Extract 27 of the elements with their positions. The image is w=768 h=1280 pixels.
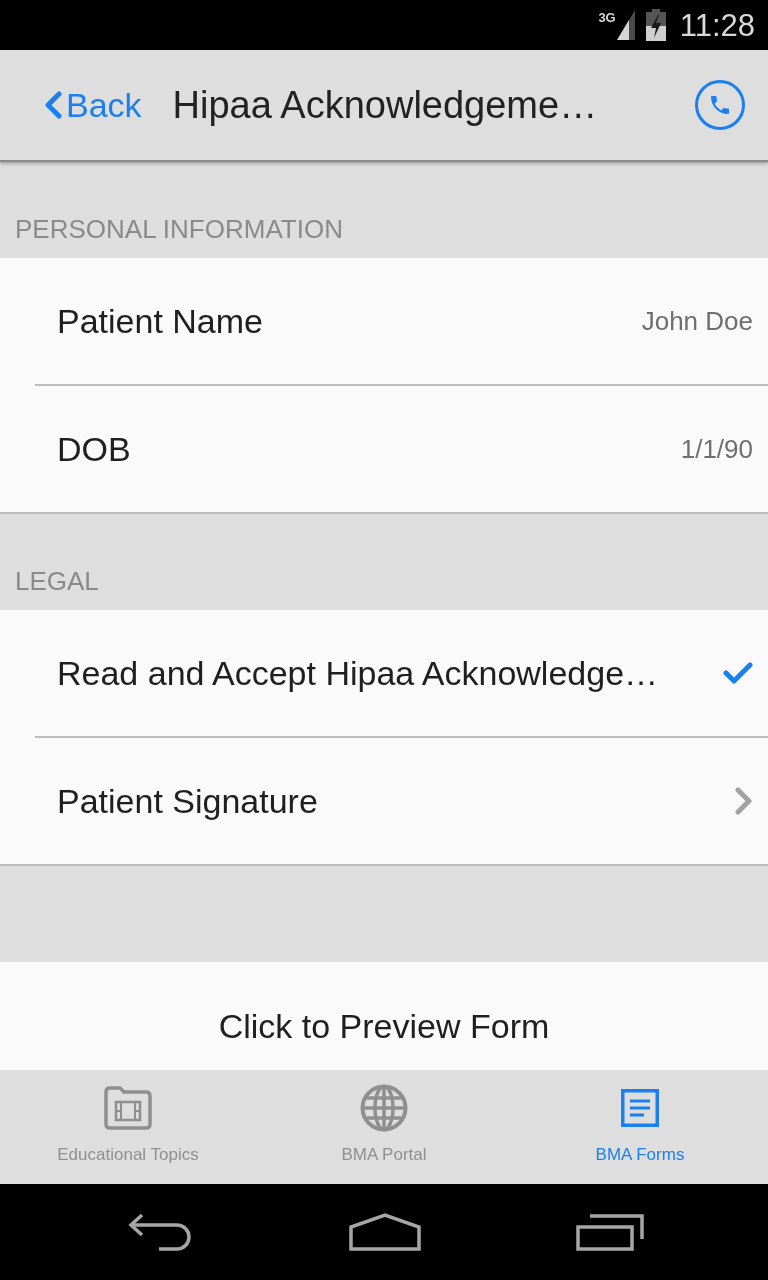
section-title: PERSONAL INFORMATION	[15, 216, 343, 242]
clock-time: 11:28	[679, 9, 755, 41]
network-type: 3G	[598, 11, 616, 24]
signal-icon	[616, 10, 635, 40]
battery-charging-icon	[645, 9, 666, 41]
field-value: 1/1/90	[680, 432, 753, 466]
list-row[interactable]: Patient Signature	[0, 738, 768, 866]
field-value: John Doe	[641, 304, 753, 338]
back-icon[interactable]	[127, 1213, 193, 1251]
document-icon	[621, 1089, 659, 1127]
section-title: LEGAL	[15, 568, 99, 594]
preview-form-button[interactable]: Click to Preview Form	[0, 962, 768, 1070]
chevron-left-icon	[44, 91, 62, 119]
list-row[interactable]: Patient Name John Doe	[0, 258, 768, 386]
home-icon[interactable]	[348, 1213, 421, 1251]
row-label: DOB	[57, 432, 131, 466]
row-label: Patient Name	[57, 304, 263, 338]
globe-icon	[360, 1084, 408, 1132]
chevron-right-icon	[735, 787, 753, 815]
list-row[interactable]: Read and Accept Hipaa Acknowledge…	[0, 610, 768, 738]
list-row[interactable]: DOB 1/1/90	[0, 386, 768, 514]
phone-icon[interactable]	[695, 80, 745, 130]
row-label: Patient Signature	[57, 784, 318, 818]
page-title: Hipaa Acknowledgeme…	[172, 86, 598, 124]
film-folder-icon	[104, 1086, 152, 1130]
row-label: Read and Accept Hipaa Acknowledge…	[57, 656, 659, 690]
recent-apps-icon[interactable]	[576, 1213, 645, 1251]
